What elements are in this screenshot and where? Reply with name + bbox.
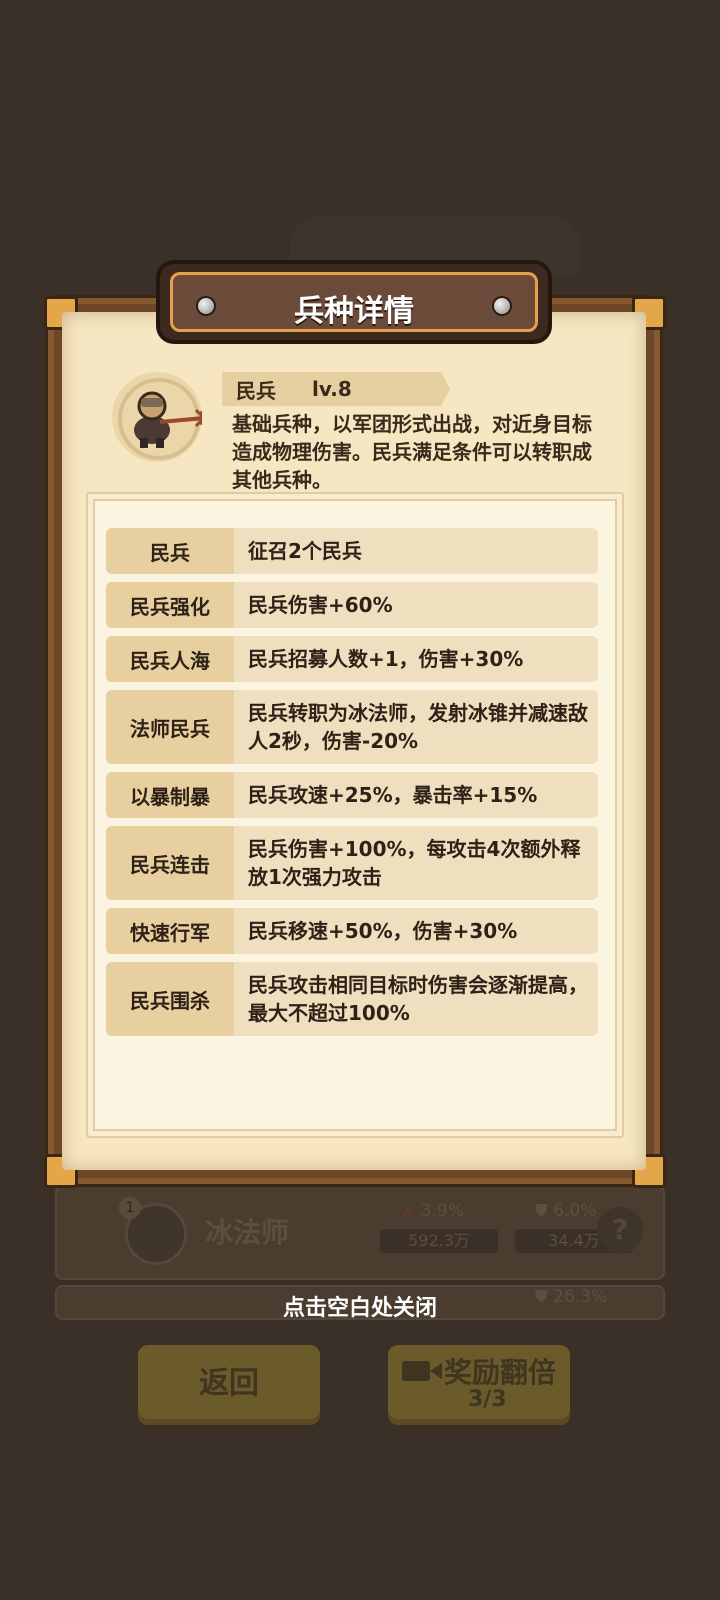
title-plate: 兵种详情 [160,264,548,340]
upgrade-name: 民兵 [106,528,234,574]
defense-stat: ⛊ 6.0% [535,1201,597,1221]
attack-stat: ⚔ 3.9% [400,1201,464,1221]
upgrade-row: 民兵连击 民兵伤害+100%，每攻击4次额外释放1次强力攻击 [106,826,598,900]
unit-name: 冰法师 [205,1216,290,1249]
reward-count: 3/3 [468,1387,507,1412]
upgrade-name: 民兵围杀 [106,962,234,1036]
upgrade-name: 民兵连击 [106,826,234,900]
upgrade-name: 民兵人海 [106,636,234,682]
camera-icon [402,1361,442,1381]
rivet-icon [494,298,510,314]
upgrade-row: 民兵 征召2个民兵 [106,528,598,574]
upgrade-name: 法师民兵 [106,690,234,764]
upgrade-row: 民兵强化 民兵伤害+60% [106,582,598,628]
shield-icon: ⛊ [535,1201,548,1221]
upgrade-row: 法师民兵 民兵转职为冰法师，发射冰锥并减速敌人2秒，伤害-20% [106,690,598,764]
upgrade-effect: 民兵移速+50%，伤害+30% [248,919,518,943]
close-hint[interactable]: 点击空白处关闭 [0,1290,720,1322]
upgrade-effect: 民兵转职为冰法师，发射冰锥并减速敌人2秒，伤害-20% [248,701,588,753]
upgrade-effect: 民兵攻击相同目标时伤害会逐渐提高，最大不超过100% [248,973,588,1025]
unit-avatar [112,372,202,462]
upgrade-effect: 民兵攻速+25%，暴击率+15% [248,783,538,807]
upgrade-name: 民兵强化 [106,582,234,628]
upgrade-row: 民兵人海 民兵招募人数+1，伤害+30% [106,636,598,682]
upgrade-name: 快速行军 [106,908,234,954]
upgrade-name: 以暴制暴 [106,772,234,818]
upgrade-effect: 民兵招募人数+1，伤害+30% [248,647,524,671]
unit-level-badge: 1 [119,1197,141,1219]
reward-label: 奖励翻倍 [444,1356,557,1389]
upgrade-row: 快速行军 民兵移速+50%，伤害+30% [106,908,598,954]
militia-pitchfork-icon [134,391,202,448]
unit-description: 基础兵种，以军团形式出战，对近身目标造成物理伤害。民兵满足条件可以转职成其他兵种… [232,412,592,492]
upgrade-effect: 征召2个民兵 [248,539,362,563]
sword-icon: ⚔ [400,1201,416,1221]
question-icon[interactable]: ? [597,1207,643,1253]
background-unit-row: 1 冰法师 ⚔ 3.9% 592.3万 ⛊ 6.0% 34.4万 ? [55,1185,665,1280]
upgrade-effect: 民兵伤害+60% [248,593,393,617]
reward-double-button[interactable]: 奖励翻倍 3/3 [388,1345,570,1425]
attack-value: 592.3万 [380,1229,498,1253]
upgrade-list: 民兵 征召2个民兵 民兵强化 民兵伤害+60% 民兵人海 民兵招募人数+1，伤害+30% 法… [106,528,598,1044]
upgrade-effect: 民兵伤害+100%，每攻击4次额外释放1次强力攻击 [248,837,581,889]
upgrade-row: 民兵围杀 民兵攻击相同目标时伤害会逐渐提高，最大不超过100% [106,962,598,1036]
upgrade-row: 以暴制暴 民兵攻速+25%，暴击率+15% [106,772,598,818]
panel-title: 兵种详情 [294,294,414,329]
unit-level-label: lv.8 [312,377,352,401]
unit-name-label: 民兵 [236,379,276,403]
back-button[interactable]: 返回 [138,1345,320,1425]
